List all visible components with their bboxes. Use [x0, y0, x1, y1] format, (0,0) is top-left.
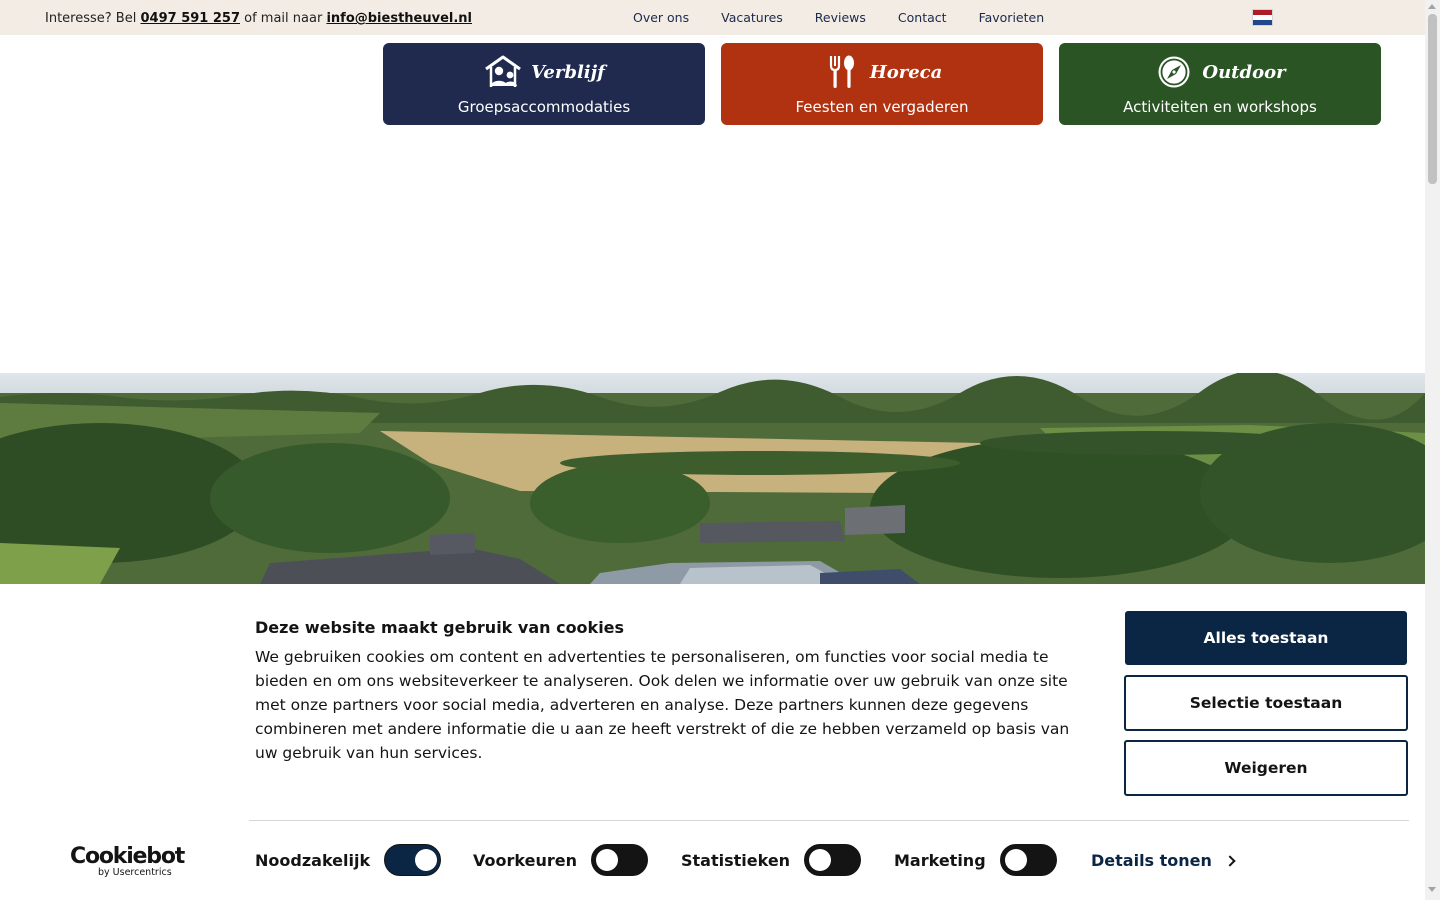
scroll-down-icon[interactable]	[1428, 887, 1436, 892]
scroll-up-icon[interactable]	[1428, 4, 1436, 9]
cookie-description: We gebruiken cookies om content en adver…	[255, 648, 1070, 762]
house-people-icon	[483, 55, 523, 89]
preferences-switch[interactable]	[590, 844, 648, 876]
cookie-title: Deze website maakt gebruik van cookies	[255, 618, 625, 637]
statistics-switch[interactable]	[804, 844, 862, 876]
cookie-banner: Deze website maakt gebruik van cookies W…	[0, 584, 1425, 900]
hero-landscape-image	[0, 373, 1425, 584]
contact-line: Interesse? Bel 0497 591 257 of mail naar…	[45, 11, 472, 26]
email-link[interactable]: info@biestheuvel.nl	[326, 11, 472, 26]
top-bar: Interesse? Bel 0497 591 257 of mail naar…	[0, 0, 1425, 35]
compass-icon	[1154, 55, 1194, 89]
necessary-switch[interactable]	[384, 844, 442, 876]
nav-reviews[interactable]: Reviews	[815, 10, 866, 25]
interest-text: Interesse? Bel	[45, 11, 137, 26]
nav-vacatures[interactable]: Vacatures	[721, 10, 783, 25]
mail-text: of mail naar	[244, 11, 323, 26]
cookiebot-logo: Cookiebot by Usercentrics	[70, 844, 185, 879]
nav-contact[interactable]: Contact	[898, 10, 947, 25]
tile-title: Horeca	[869, 61, 943, 83]
tile-subtitle: Groepsaccommodaties	[457, 98, 631, 116]
chevron-right-icon	[1224, 854, 1236, 867]
toggle-label: Marketing	[894, 850, 986, 870]
tile-horeca[interactable]: Horeca Feesten en vergaderen	[721, 43, 1043, 125]
top-nav: Over ons Vacatures Reviews Contact Favor…	[617, 10, 1060, 25]
toggle-marketing: Marketing	[894, 844, 1057, 876]
marketing-switch[interactable]	[999, 844, 1057, 876]
phone-link[interactable]: 0497 591 257	[140, 11, 240, 26]
details-link[interactable]: Details tonen	[1091, 851, 1236, 870]
tile-verblijf[interactable]: Verblijf Groepsaccommodaties	[383, 43, 705, 125]
toggle-noodzakelijk: Noodzakelijk	[255, 844, 442, 876]
netherlands-flag-icon[interactable]	[1252, 9, 1273, 26]
nav-favorieten[interactable]: Favorieten	[979, 10, 1045, 25]
scrollbar-thumb[interactable]	[1428, 14, 1437, 184]
divider	[249, 820, 1409, 821]
toggle-label: Statistieken	[681, 850, 791, 870]
tile-title: Verblijf	[531, 61, 605, 83]
allow-all-button[interactable]: Alles toestaan	[1125, 611, 1407, 665]
toggle-voorkeuren: Voorkeuren	[473, 844, 648, 876]
nav-over-ons[interactable]: Over ons	[633, 10, 689, 25]
deny-button[interactable]: Weigeren	[1124, 740, 1408, 796]
allow-selection-button[interactable]: Selectie toestaan	[1124, 675, 1408, 731]
toggle-statistieken: Statistieken	[681, 844, 862, 876]
tile-outdoor[interactable]: Outdoor Activiteiten en workshops	[1059, 43, 1381, 125]
toggle-label: Noodzakelijk	[255, 850, 371, 870]
fork-spoon-icon	[822, 55, 862, 89]
toggle-label: Voorkeuren	[473, 850, 577, 870]
tile-subtitle: Feesten en vergaderen	[795, 98, 969, 116]
tile-subtitle: Activiteiten en workshops	[1123, 98, 1317, 116]
tile-title: Outdoor	[1202, 61, 1286, 83]
